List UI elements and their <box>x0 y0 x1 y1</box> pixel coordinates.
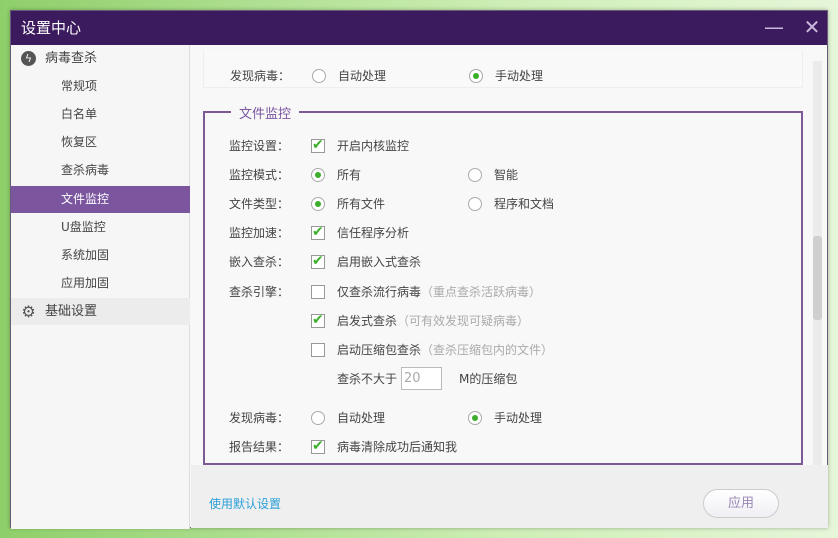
option-label: 所有文件 <box>337 197 386 211</box>
kernel-monitor-checkbox[interactable] <box>311 135 325 155</box>
type-programs-docs-radio[interactable] <box>468 197 482 211</box>
option-label: 开启内核监控 <box>337 139 410 153</box>
archive-size-row: 查杀不大于 20 M的压缩包 <box>205 367 605 390</box>
sidebar-item-app-hardening[interactable]: 应用加固 <box>11 270 190 297</box>
row-label: 查杀引擎： <box>229 285 290 299</box>
sidebar-item-system-hardening[interactable]: 系统加固 <box>11 242 190 269</box>
option-label: 启动压缩包查杀 <box>337 343 422 357</box>
size-suffix: M的压缩包 <box>459 372 518 386</box>
option-label: 信任程序分析 <box>337 226 410 240</box>
settings-window: 设置中心 — ✕ ϟ 病毒查杀 常规项 白名单 恢复区 查杀病毒 文件监控 U盘监… <box>10 10 828 529</box>
sidebar-group-virus-scan[interactable]: ϟ 病毒查杀 <box>11 45 190 72</box>
sidebar-item-usb-monitor[interactable]: U盘监控 <box>11 214 190 241</box>
window-title: 设置中心 <box>21 19 82 37</box>
option-label: 仅查杀流行病毒 <box>337 285 422 299</box>
row-label: 文件类型： <box>229 197 290 211</box>
found-manual-radio[interactable] <box>468 411 482 425</box>
scrollbar-thumb[interactable] <box>813 236 822 320</box>
archive-size-input[interactable]: 20 <box>401 367 442 390</box>
gear-icon: ⚙ <box>21 302 36 321</box>
row-label: 监控模式： <box>229 168 290 182</box>
found-auto-radio[interactable] <box>311 411 325 425</box>
file-monitor-section: 文件监控 监控设置： 开启内核监控 监控模式： 所有 智能 文件类型： 所有文件… <box>203 103 803 465</box>
sidebar-item-whitelist[interactable]: 白名单 <box>11 101 190 128</box>
row-label: 嵌入查杀： <box>229 255 290 269</box>
option-hint: （查杀压缩包内的文件） <box>421 343 554 357</box>
sidebar-item-file-monitor[interactable]: 文件监控 <box>11 186 190 213</box>
popular-virus-checkbox[interactable] <box>311 285 325 299</box>
row-label: 监控设置： <box>229 139 290 153</box>
embedded-scan-checkbox[interactable] <box>311 251 325 271</box>
content-area: 发现病毒： 自动处理 手动处理 文件监控 监控设置： 开启内核监控 监控模式： … <box>191 45 828 466</box>
manual-handle-radio[interactable] <box>469 69 483 83</box>
found-virus-label: 发现病毒： <box>230 69 291 83</box>
row-label: 报告结果： <box>229 440 290 454</box>
bolt-icon: ϟ <box>21 51 36 66</box>
option-label: 智能 <box>494 168 519 182</box>
manual-handle-label: 手动处理 <box>495 69 544 83</box>
notify-checkbox[interactable] <box>311 436 325 456</box>
sidebar-item-quarantine[interactable]: 恢复区 <box>11 129 190 156</box>
restore-defaults-link[interactable]: 使用默认设置 <box>209 495 281 512</box>
heuristic-scan-checkbox[interactable] <box>311 310 325 330</box>
mode-smart-radio[interactable] <box>468 168 482 182</box>
close-button[interactable]: ✕ <box>797 11 827 45</box>
sidebar-item-scan[interactable]: 查杀病毒 <box>11 157 190 184</box>
auto-handle-label: 自动处理 <box>338 69 387 83</box>
option-label: 手动处理 <box>494 411 543 425</box>
sidebar-group-basic-settings[interactable]: ⚙ 基础设置 <box>11 298 190 325</box>
option-label: 启用嵌入式查杀 <box>337 255 422 269</box>
option-label: 启发式查杀 <box>337 314 398 328</box>
row-label: 监控加速： <box>229 226 290 240</box>
option-hint: （可有效发现可疑病毒） <box>397 314 530 328</box>
row-label: 发现病毒： <box>229 411 290 425</box>
sidebar: ϟ 病毒查杀 常规项 白名单 恢复区 查杀病毒 文件监控 U盘监控 系统加固 应用… <box>11 45 190 529</box>
option-label: 病毒清除成功后通知我 <box>337 440 458 454</box>
size-prefix: 查杀不大于 <box>337 372 398 386</box>
option-label: 自动处理 <box>337 411 386 425</box>
minimize-button[interactable]: — <box>759 11 789 45</box>
type-all-radio[interactable] <box>311 197 325 211</box>
trust-analysis-checkbox[interactable] <box>311 222 325 242</box>
section-legend: 文件监控 <box>231 103 300 122</box>
apply-button[interactable]: 应用 <box>703 489 779 518</box>
sidebar-item-general[interactable]: 常规项 <box>11 73 190 100</box>
scrollbar[interactable] <box>813 61 822 466</box>
title-bar: 设置中心 — ✕ <box>11 11 827 45</box>
previous-section: 发现病毒： 自动处理 手动处理 <box>203 51 803 88</box>
mode-all-radio[interactable] <box>311 168 325 182</box>
footer: 使用默认设置 应用 <box>191 465 828 528</box>
option-label: 程序和文档 <box>494 197 555 211</box>
auto-handle-radio[interactable] <box>312 69 326 83</box>
option-label: 所有 <box>337 168 362 182</box>
archive-scan-checkbox[interactable] <box>311 343 325 357</box>
option-hint: （重点查杀活跃病毒） <box>421 285 542 299</box>
